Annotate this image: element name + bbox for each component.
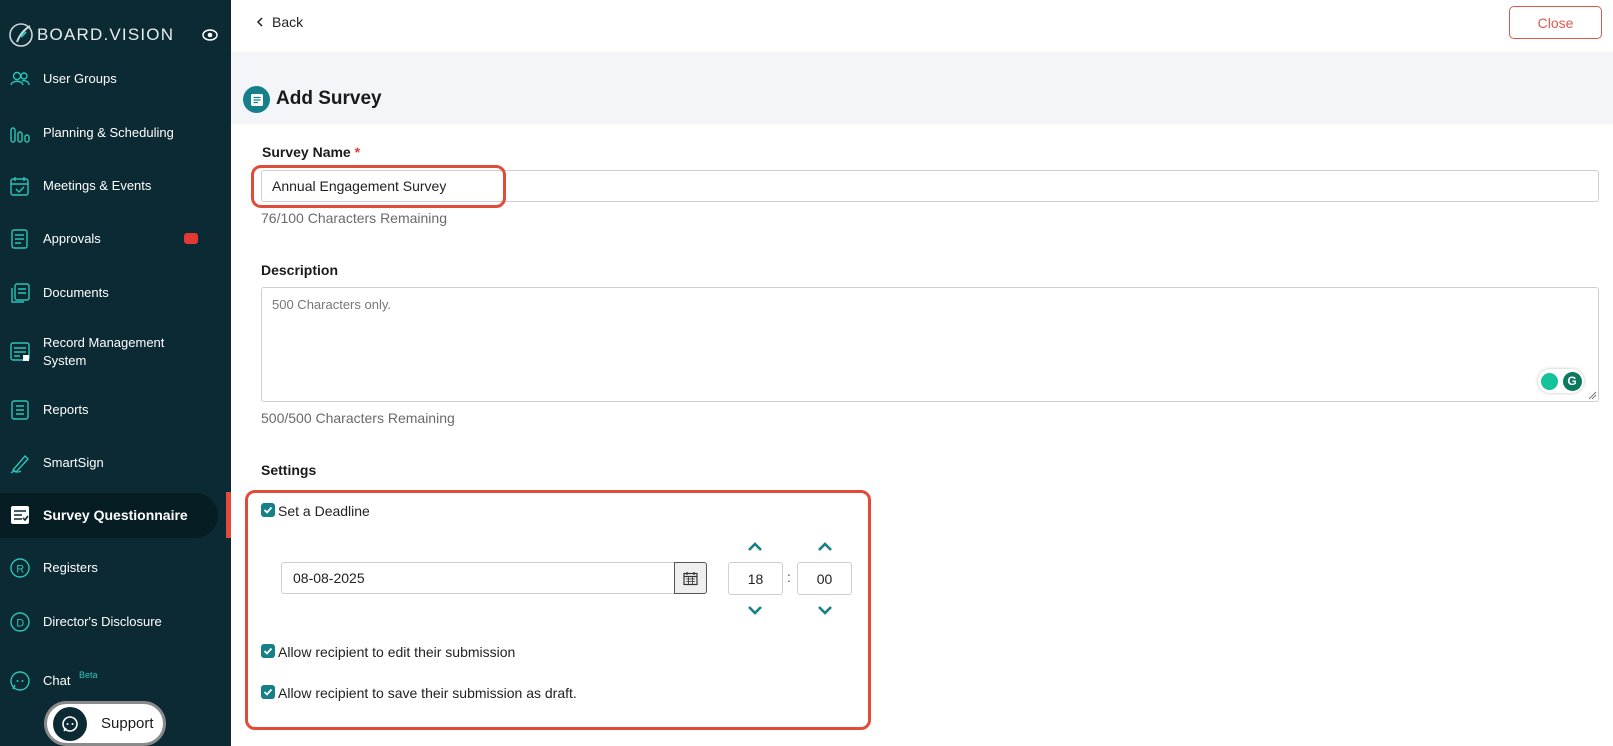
sidebar-item-record-management[interactable]: Record Management System [0, 333, 231, 371]
sidebar-item-smartsign[interactable]: SmartSign [0, 451, 231, 475]
minute-input[interactable]: 00 [797, 562, 852, 595]
check-icon [263, 506, 273, 514]
sidebar-item-label: Planning & Scheduling [43, 125, 174, 140]
sidebar-item-label: Survey Questionnaire [43, 507, 188, 523]
disclosure-d-icon: D [10, 612, 30, 632]
sidebar-item-reports[interactable]: Reports [0, 398, 231, 422]
hour-input[interactable]: 18 [728, 562, 783, 595]
documents-icon [11, 283, 30, 303]
page-header [231, 52, 1613, 124]
deadline-checkbox-label[interactable]: Set a Deadline [278, 503, 370, 519]
sidebar-item-meetings-events[interactable]: Meetings & Events [0, 174, 231, 198]
brand-logo[interactable]: BOARD.VISION [8, 20, 174, 50]
brand-name: BOARD.VISION [37, 25, 175, 44]
resize-handle-icon[interactable] [1588, 391, 1597, 400]
sidebar-item-documents[interactable]: Documents [0, 281, 231, 305]
survey-icon [11, 506, 29, 524]
active-indicator [226, 492, 231, 538]
check-icon [263, 688, 273, 696]
survey-title-icon [243, 86, 270, 113]
allow-draft-checkbox-label[interactable]: Allow recipient to save their submission… [278, 685, 577, 701]
allow-edit-checkbox[interactable] [261, 644, 275, 658]
sidebar-item-label: Documents [43, 285, 109, 300]
bar-chart-icon [10, 127, 30, 143]
sidebar-item-label: Record Management System [43, 335, 165, 368]
notification-badge [184, 233, 198, 244]
sidebar-item-label: Approvals [43, 231, 101, 246]
svg-text:D: D [16, 618, 24, 630]
support-button[interactable]: Support [44, 701, 166, 746]
time-separator: : [787, 569, 791, 585]
sidebar-item-planning-scheduling[interactable]: Planning & Scheduling [0, 121, 231, 145]
deadline-date-input[interactable]: 08-08-2025 [281, 562, 675, 594]
description-label: Description [261, 262, 339, 278]
calendar-button[interactable] [674, 562, 707, 594]
sidebar-item-survey-questionnaire[interactable]: Survey Questionnaire [0, 503, 231, 527]
chat-icon [10, 671, 30, 691]
grammarly-widget[interactable]: G [1538, 369, 1584, 393]
svg-text:R: R [16, 564, 24, 576]
hour-increment-chevron-up-icon[interactable] [747, 541, 763, 553]
settings-label: Settings [261, 462, 317, 478]
minute-decrement-chevron-down-icon[interactable] [817, 604, 833, 616]
calendar-check-icon [10, 177, 29, 196]
sidebar-item-label: Chat [43, 673, 71, 688]
sidebar-item-user-groups[interactable]: User Groups [0, 67, 231, 91]
survey-name-label: Survey Name * [262, 144, 360, 160]
chevron-left-icon [256, 17, 263, 27]
approval-document-icon [11, 229, 28, 249]
record-management-icon [10, 342, 30, 361]
sidebar-item-label: Director's Disclosure [43, 614, 162, 629]
survey-name-highlight [251, 165, 506, 208]
back-link[interactable]: Back [256, 14, 303, 30]
check-icon [263, 647, 273, 655]
sidebar-item-label: Reports [43, 402, 89, 417]
minute-increment-chevron-up-icon[interactable] [817, 541, 833, 553]
allow-edit-checkbox-label[interactable]: Allow recipient to edit their submission [278, 644, 515, 660]
signature-pen-icon [10, 454, 29, 474]
calendar-icon [683, 571, 698, 585]
eye-toggle-icon[interactable] [202, 27, 218, 43]
sidebar-item-label: SmartSign [43, 455, 104, 470]
sidebar-item-approvals[interactable]: Approvals [0, 227, 231, 251]
allow-draft-checkbox[interactable] [261, 685, 275, 699]
sidebar-item-registers[interactable]: R Registers [0, 556, 231, 580]
support-label: Support [101, 715, 154, 732]
sidebar: BOARD.VISION User Groups Planning & Sche… [0, 0, 231, 746]
deadline-checkbox[interactable] [261, 503, 275, 517]
description-placeholder: 500 Characters only. [272, 297, 391, 312]
description-textarea[interactable]: 500 Characters only. [261, 287, 1599, 402]
beta-badge: Beta [79, 670, 98, 680]
survey-name-char-count: 76/100 Characters Remaining [261, 210, 447, 226]
support-chat-icon [53, 706, 87, 741]
reports-icon [11, 400, 29, 420]
required-mark: * [354, 144, 361, 160]
sidebar-item-chat[interactable]: Chat [0, 669, 231, 693]
grammarly-g-icon[interactable]: G [1562, 371, 1582, 391]
hour-decrement-chevron-down-icon[interactable] [747, 604, 763, 616]
users-icon [10, 71, 30, 86]
board-vision-logo-icon [9, 23, 33, 47]
page-title: Add Survey [276, 88, 382, 109]
description-char-count: 500/500 Characters Remaining [261, 410, 455, 426]
back-label: Back [272, 14, 304, 30]
top-bar: Back Close [231, 0, 1613, 52]
sidebar-item-directors-disclosure[interactable]: D Director's Disclosure [0, 610, 231, 634]
grammarly-suggestion-icon[interactable] [1540, 372, 1558, 390]
sidebar-item-label: User Groups [43, 71, 117, 86]
survey-name-label-text: Survey Name [262, 144, 351, 160]
registered-r-icon: R [10, 558, 30, 578]
sidebar-item-label: Meetings & Events [43, 178, 152, 193]
sidebar-item-label: Registers [43, 560, 98, 575]
close-button[interactable]: Close [1509, 6, 1602, 39]
